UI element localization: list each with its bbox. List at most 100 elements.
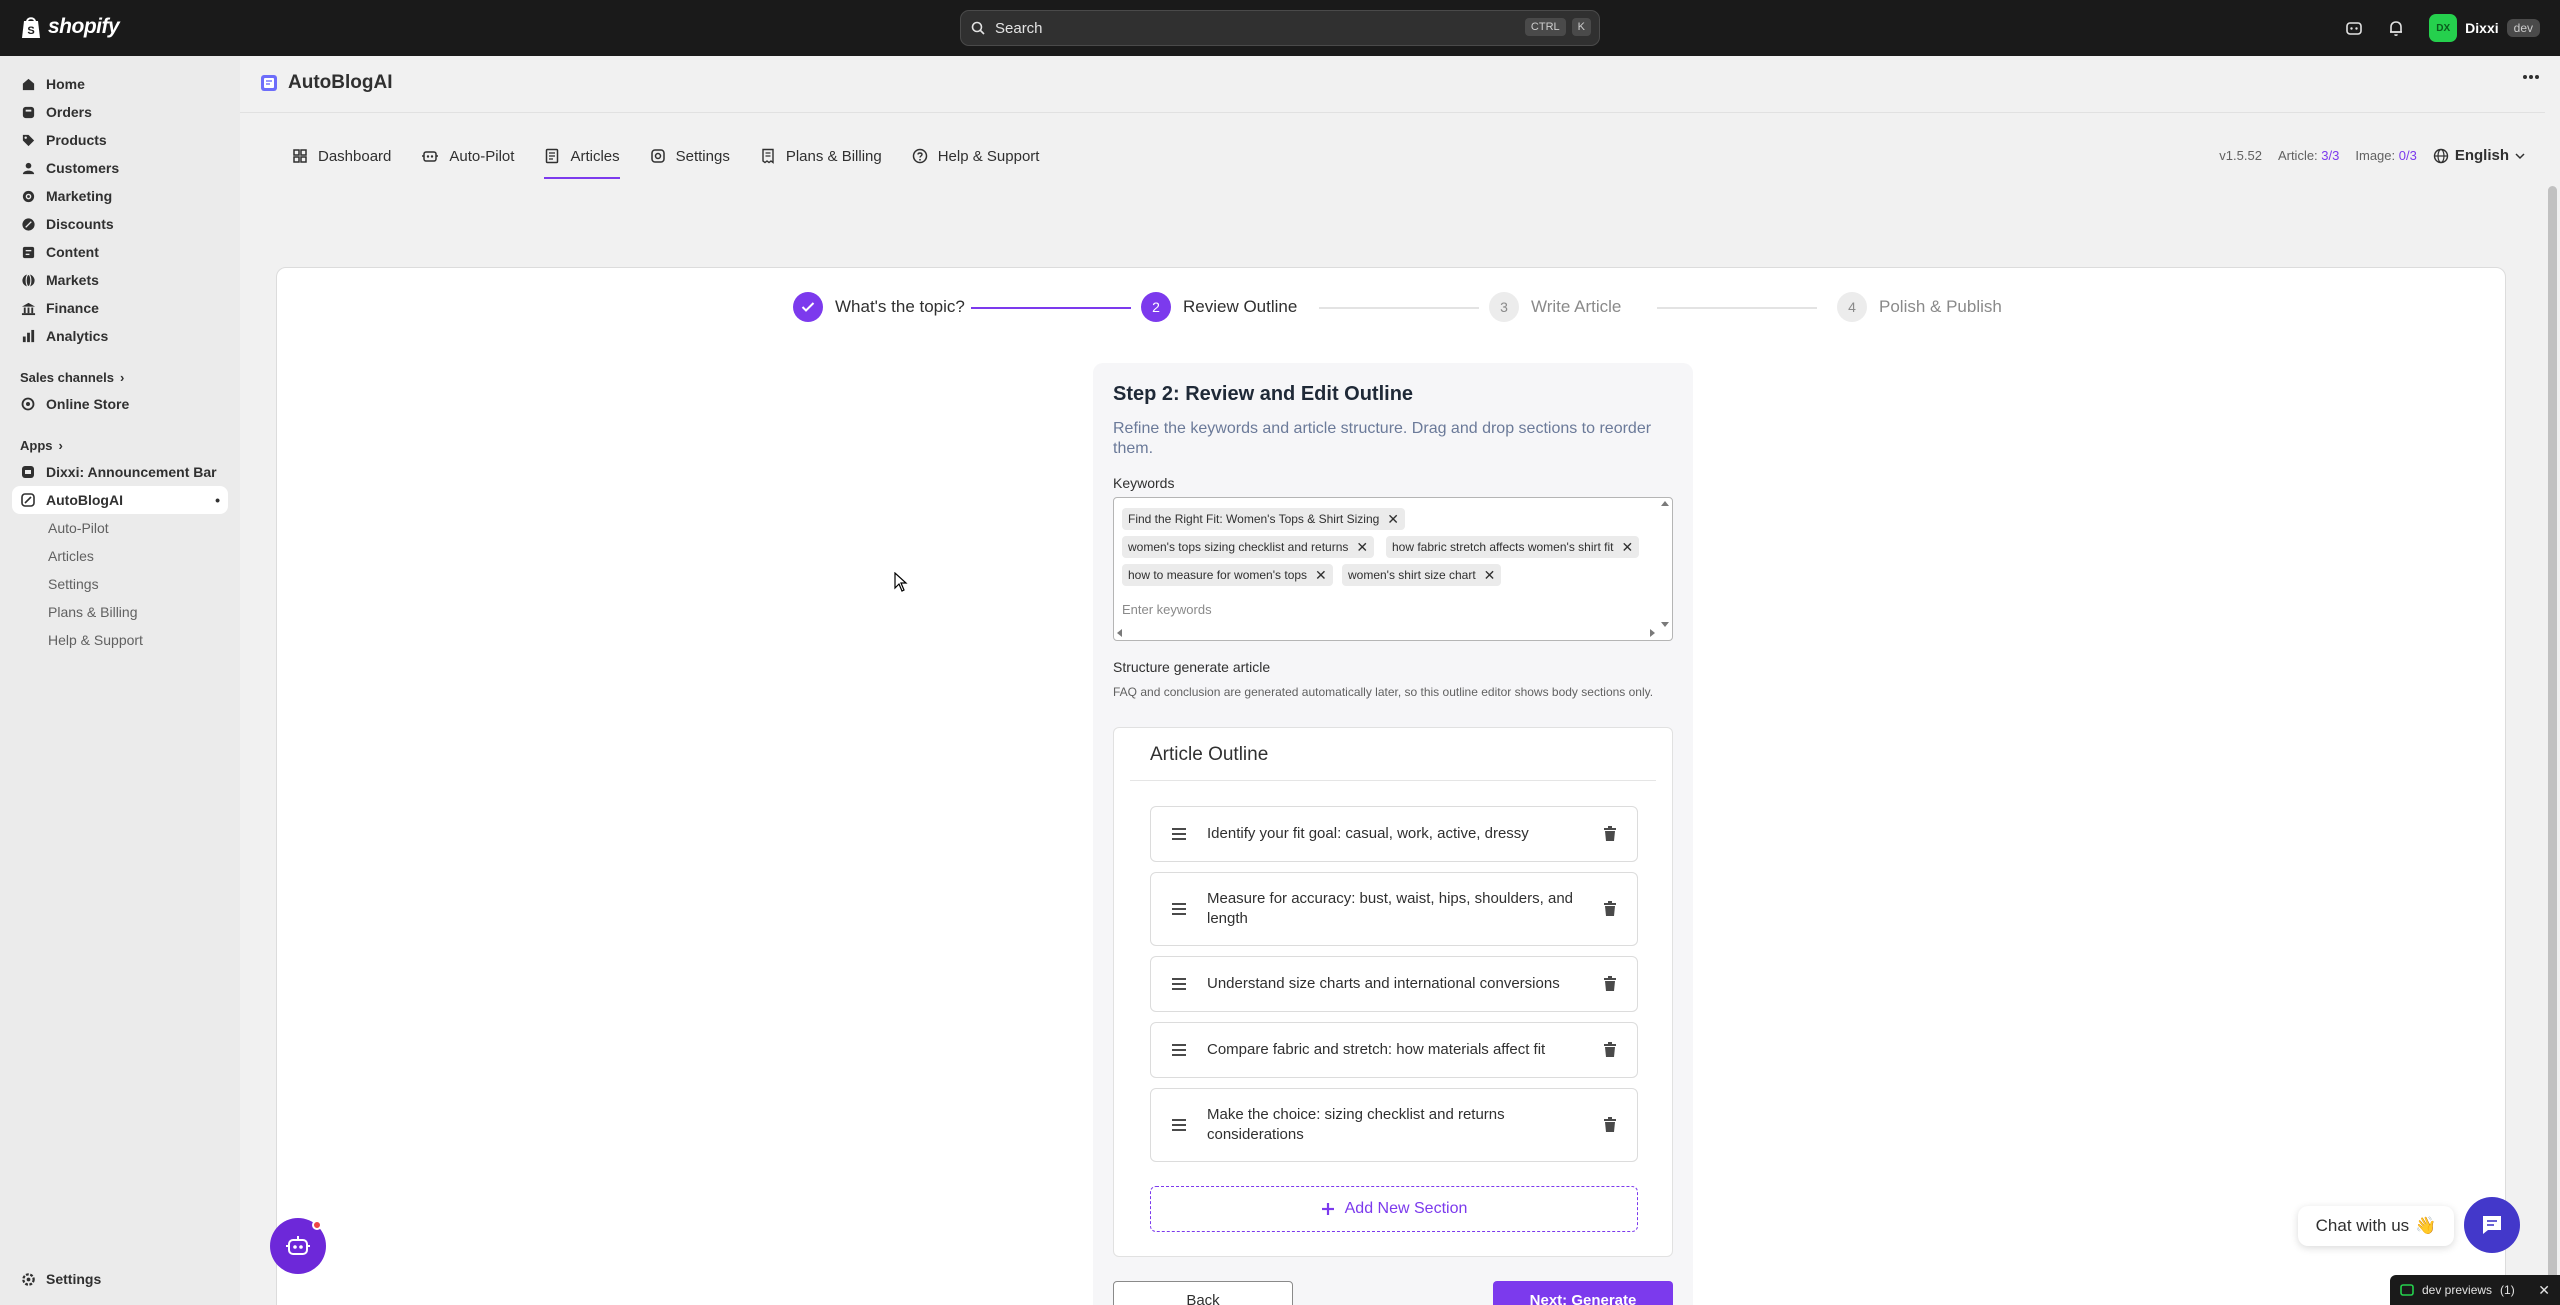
language-selector[interactable]: English [2433,147,2525,164]
pin-icon[interactable]: • [215,492,220,508]
keyword-chip: women's tops sizing checklist and return… [1122,536,1375,558]
step-write-article[interactable]: 3 Write Article [1489,292,1621,322]
outline-section[interactable]: Identify your fit goal: casual, work, ac… [1150,806,1638,862]
step-label: Polish & Publish [1879,297,2002,316]
app-version: v1.5.52 [2219,148,2262,163]
sidebar-subitem-plans-billing[interactable]: Plans & Billing [12,598,228,626]
tab-settings[interactable]: Settings [650,137,730,175]
tab-plans-billing[interactable]: Plans & Billing [760,137,882,175]
close-icon[interactable]: ✕ [1484,567,1496,584]
vertical-scrollbar[interactable] [1660,500,1670,628]
trash-icon[interactable] [1603,1117,1617,1133]
step-label: Review Outline [1183,297,1298,316]
more-actions-icon[interactable] [2522,74,2540,80]
sidebar-item-label: Discounts [46,216,114,232]
chat-prompt[interactable]: Chat with us 👋 [2298,1206,2454,1246]
sidebar-item-label: Home [46,76,85,92]
horizontal-scrollbar[interactable] [1116,628,1656,638]
shortcut-ctrl: CTRL [1524,18,1566,36]
page-subtitle: Refine the keywords and article structur… [1113,420,1652,457]
tab-label: Help & Support [937,147,1040,165]
shopify-logo[interactable]: S shopify [20,14,120,40]
drag-handle-icon[interactable] [1171,977,1187,991]
sidebar-item-label: AutoBlogAI [46,492,123,508]
close-icon[interactable]: ✕ [1621,539,1633,556]
article-outline: Article Outline Identify your fit goal: … [1113,727,1673,1257]
add-section-button[interactable]: Add New Section [1150,1186,1638,1232]
sidebar-item-markets[interactable]: Markets [12,266,228,294]
outline-section[interactable]: Understand size charts and international… [1150,956,1638,1012]
keyword-chip: women's shirt size chart ✕ [1342,564,1502,586]
tab-label: Auto-Pilot [449,147,515,165]
sidebar-item-finance[interactable]: Finance [12,294,228,322]
page-scrollbar[interactable] [2545,56,2560,1305]
sidebar-item-label: Orders [46,104,92,120]
article-usage: Article: 3/3 [2277,148,2340,163]
section-label: Measure for accuracy: bust, waist, hips,… [1207,890,1574,927]
back-button[interactable]: Back [1113,1281,1293,1305]
drag-handle-icon[interactable] [1171,1043,1187,1057]
user-menu[interactable]: DX Dixxi dev [2429,14,2540,42]
trash-icon[interactable] [1603,901,1617,917]
dev-previews-bar[interactable]: dev previews (1) ✕ [2390,1275,2560,1305]
document-icon [546,148,559,164]
receipt-icon [762,148,774,164]
trash-icon[interactable] [1603,826,1617,842]
tab-articles[interactable]: Articles [544,137,620,179]
outline-section[interactable]: Measure for accuracy: bust, waist, hips,… [1150,872,1638,946]
sidebar-subitem-settings[interactable]: Settings [12,570,228,598]
outline-section[interactable]: Make the choice: sizing checklist and re… [1150,1088,1638,1162]
chevron-down-icon [2515,152,2525,159]
close-icon[interactable]: ✕ [1356,539,1368,556]
keywords-field[interactable]: Find the Right Fit: Women's Tops & Shirt… [1113,497,1673,641]
trash-icon[interactable] [1603,1042,1617,1058]
step-review-outline[interactable]: 2 Review Outline [1141,292,1297,322]
close-icon[interactable]: ✕ [2538,1282,2550,1299]
sidebar-subitem-help-support[interactable]: Help & Support [12,626,228,654]
apps-header[interactable]: Apps › [12,432,228,458]
next-generate-button[interactable]: Next: Generate [1493,1281,1673,1305]
drag-handle-icon[interactable] [1171,902,1187,916]
dev-previews-label: dev previews [2422,1283,2493,1297]
sidebar-item-products[interactable]: Products [12,126,228,154]
sidebar-item-autoblogai[interactable]: AutoBlogAI • [12,486,228,514]
sidebar-subitem-auto-pilot[interactable]: Auto-Pilot [12,514,228,542]
sidekick-icon[interactable] [2345,19,2363,37]
scrollbar-thumb[interactable] [2548,186,2557,1305]
sidebar-subitem-articles[interactable]: Articles [12,542,228,570]
sidebar-item-analytics[interactable]: Analytics [12,322,228,350]
ai-assistant-button[interactable] [270,1218,326,1274]
app-header: AutoBlogAI [260,72,392,94]
drag-handle-icon[interactable] [1171,827,1187,841]
tab-auto-pilot[interactable]: Auto-Pilot [421,137,514,175]
sidebar-item-dixxi-app[interactable]: Dixxi: Announcement Bar [12,458,228,486]
sidebar-item-orders[interactable]: Orders [12,98,228,126]
search-icon [971,21,985,35]
step-polish-publish[interactable]: 4 Polish & Publish [1837,292,2002,322]
bell-icon[interactable] [2387,19,2405,37]
outline-section[interactable]: Compare fabric and stretch: how material… [1150,1022,1638,1078]
step-topic[interactable]: What's the topic? [793,292,965,322]
sidebar-item-content[interactable]: Content [12,238,228,266]
search-bar[interactable]: Search CTRL K [960,10,1600,46]
tab-dashboard[interactable]: Dashboard [292,137,391,175]
sidebar-item-marketing[interactable]: Marketing [12,182,228,210]
step-label: Write Article [1531,297,1622,316]
trash-icon[interactable] [1603,976,1617,992]
close-icon[interactable]: ✕ [1315,567,1327,584]
app-title: AutoBlogAI [288,72,393,93]
sidebar-item-settings[interactable]: Settings [12,1265,228,1293]
close-icon[interactable]: ✕ [1387,511,1399,528]
tab-help-support[interactable]: Help & Support [912,137,1040,175]
sales-channels-header[interactable]: Sales channels › [12,364,228,390]
keywords-input[interactable]: Enter keywords [1122,602,1212,617]
sidebar-item-discounts[interactable]: Discounts [12,210,228,238]
section-label: Make the choice: sizing checklist and re… [1207,1106,1505,1143]
sidebar-item-customers[interactable]: Customers [12,154,228,182]
chat-button[interactable] [2464,1197,2520,1253]
globe-icon [20,272,36,288]
dev-previews-count: (1) [2500,1283,2515,1297]
sidebar-item-home[interactable]: Home [12,70,228,98]
sidebar-item-online-store[interactable]: Online Store [12,390,228,418]
drag-handle-icon[interactable] [1171,1118,1187,1132]
